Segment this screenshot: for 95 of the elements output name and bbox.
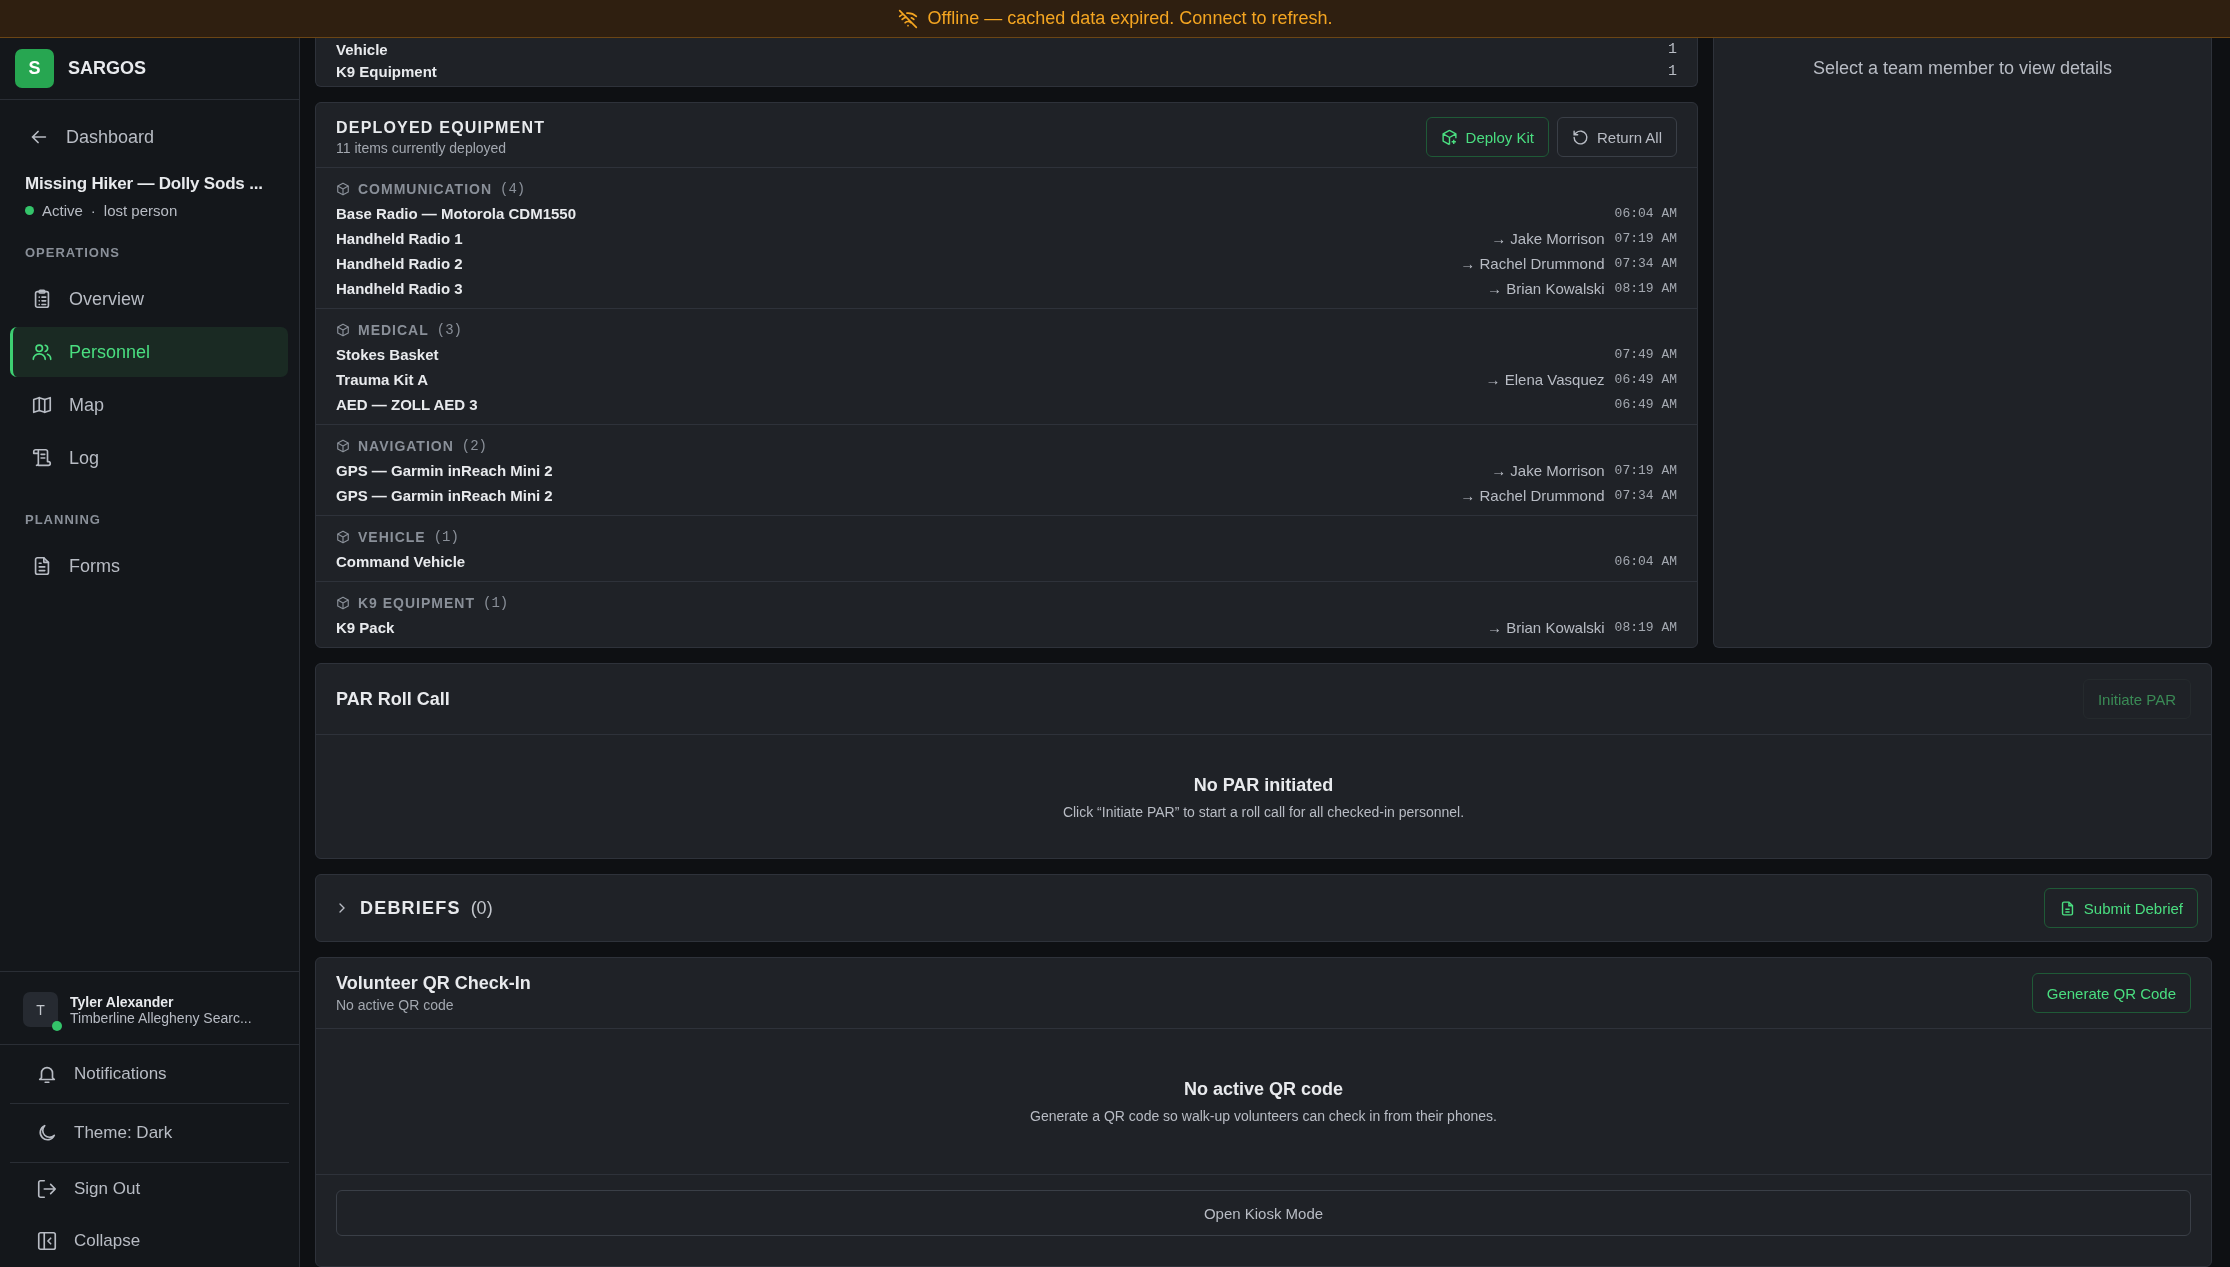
category-count: 1 — [1668, 62, 1677, 80]
deploy-time: 08:19 AM — [1614, 620, 1677, 635]
nav-item[interactable]: Personnel — [10, 327, 288, 377]
deploy-time: 06:04 AM — [1614, 206, 1677, 221]
equipment-name: AED — ZOLL AED 3 — [336, 396, 478, 413]
equipment-name: K9 Pack — [336, 619, 395, 636]
category-label: K9 Equipment — [336, 62, 437, 80]
card-title: DEPLOYED EQUIPMENT — [336, 118, 546, 137]
category-label: Vehicle — [336, 40, 388, 58]
submit-debrief-button[interactable]: Submit Debrief — [2043, 888, 2198, 928]
app-name: SARGOS — [68, 58, 146, 79]
section-heading: OPERATIONS — [24, 244, 121, 262]
assignee: → Jake Morrison — [1491, 230, 1605, 247]
equipment-name: Base Radio — Motorola CDM1550 — [336, 205, 577, 222]
card-subtitle: 11 items currently deployed — [336, 139, 508, 156]
user-name: Tyler Alexander — [70, 993, 175, 1010]
assignee: → Brian Kowalski — [1487, 280, 1605, 297]
deploy-kit-button[interactable]: Deploy Kit — [1425, 117, 1549, 157]
assignee: → Elena Vasquez — [1485, 371, 1605, 388]
empty-title: No PAR initiated — [1193, 775, 1334, 796]
empty-title: No active QR code — [1183, 1079, 1343, 1100]
moon-icon — [36, 1122, 58, 1144]
assignee: → Brian Kowalski — [1487, 619, 1605, 636]
group-count: (2) — [461, 438, 488, 454]
package-plus-icon — [1440, 128, 1458, 146]
nav-item[interactable]: Map — [10, 380, 288, 430]
section-heading: PLANNING — [24, 511, 102, 529]
group-heading: NAVIGATION — [358, 438, 454, 454]
empty-text: Generate a QR code so walk-up volunteers can check in from their phones. — [1030, 1108, 1497, 1124]
card-title: PAR Roll Call — [336, 688, 450, 710]
group-count: (4) — [500, 181, 526, 197]
assignee: → Rachel Drummond — [1460, 487, 1605, 504]
equipment-name: GPS — Garmin inReach Mini 2 — [336, 487, 553, 504]
equipment-name: Handheld Radio 3 — [336, 280, 463, 297]
wifi-off-icon — [897, 8, 918, 29]
deploy-time: 06:04 AM — [1614, 554, 1677, 569]
generate-qr-button[interactable]: Generate QR Code — [2031, 973, 2191, 1013]
collapse-icon — [36, 1230, 58, 1252]
assignee: → Jake Morrison — [1491, 462, 1605, 479]
equipment-name: Stokes Basket — [336, 346, 439, 363]
equipment-name: Command Vehicle — [336, 553, 466, 570]
incident-title: Missing Hiker — Dolly Sods ... — [25, 174, 264, 194]
equipment-name: Handheld Radio 1 — [336, 230, 463, 247]
deploy-time: 07:19 AM — [1614, 463, 1677, 478]
group-count: (3) — [436, 322, 462, 338]
deploy-time: 07:34 AM — [1614, 256, 1677, 271]
group-heading: COMMUNICATION — [358, 181, 493, 197]
kiosk-mode-button[interactable]: Open Kiosk Mode — [336, 1190, 2191, 1236]
sidebar-action[interactable]: Collapse — [10, 1215, 289, 1267]
group-heading: VEHICLE — [358, 529, 426, 545]
return-all-button[interactable]: Return All — [1556, 117, 1677, 157]
deploy-time: 06:49 AM — [1614, 372, 1677, 387]
sidebar-action[interactable]: Theme: Dark — [10, 1104, 289, 1163]
banner-text: Offline — cached data expired. Connect to refresh. — [927, 8, 1333, 29]
separator-dot: · — [90, 202, 96, 219]
debrief-count: (0) — [470, 897, 493, 919]
sidebar-action[interactable]: Sign Out — [10, 1163, 289, 1215]
undo-icon — [1571, 128, 1589, 146]
deploy-time: 07:34 AM — [1614, 488, 1677, 503]
group-heading: MEDICAL — [358, 322, 429, 338]
deploy-time: 07:19 AM — [1614, 231, 1677, 246]
package-icon — [336, 323, 350, 337]
incident-type: lost person — [103, 202, 178, 219]
deploy-time: 07:49 AM — [1614, 347, 1677, 362]
logo-tile: S — [15, 49, 54, 88]
status-text: Active — [42, 202, 83, 219]
equipment-name: Trauma Kit A — [336, 371, 428, 388]
group-count: (1) — [483, 595, 509, 611]
package-icon — [336, 182, 350, 196]
sidebar-action[interactable]: Notifications — [10, 1045, 289, 1104]
user-team: Timberline Allegheny Searc... — [70, 1009, 252, 1026]
package-icon — [336, 530, 350, 544]
map-icon — [31, 394, 53, 416]
card-subtitle: No active QR code — [336, 997, 455, 1013]
nav-item[interactable]: Log — [10, 433, 288, 483]
deploy-time: 08:19 AM — [1614, 281, 1677, 296]
empty-text: Click “Initiate PAR” to start a roll call for all checked-in personnel. — [1062, 804, 1465, 820]
group-heading: K9 EQUIPMENT — [358, 595, 475, 611]
deploy-time: 06:49 AM — [1614, 397, 1677, 412]
people-icon — [31, 341, 53, 363]
group-count: (1) — [433, 529, 459, 545]
nav-item[interactable]: Overview — [10, 274, 288, 324]
equipment-name: GPS — Garmin inReach Mini 2 — [336, 462, 553, 479]
nav-item[interactable]: Forms — [10, 541, 288, 591]
package-icon — [336, 596, 350, 610]
category-count: 1 — [1668, 40, 1677, 58]
card-title: Volunteer QR Check-In — [336, 973, 531, 994]
scroll-icon — [31, 447, 53, 469]
section-title: DEBRIEFS — [360, 897, 461, 919]
assignee: → Rachel Drummond — [1460, 255, 1605, 272]
placeholder-text: Select a team member to view details — [1812, 57, 2113, 80]
back-link[interactable]: Dashboard — [0, 100, 299, 148]
sign-out-icon — [36, 1178, 58, 1200]
equipment-name: Handheld Radio 2 — [336, 255, 463, 272]
package-icon — [336, 439, 350, 453]
